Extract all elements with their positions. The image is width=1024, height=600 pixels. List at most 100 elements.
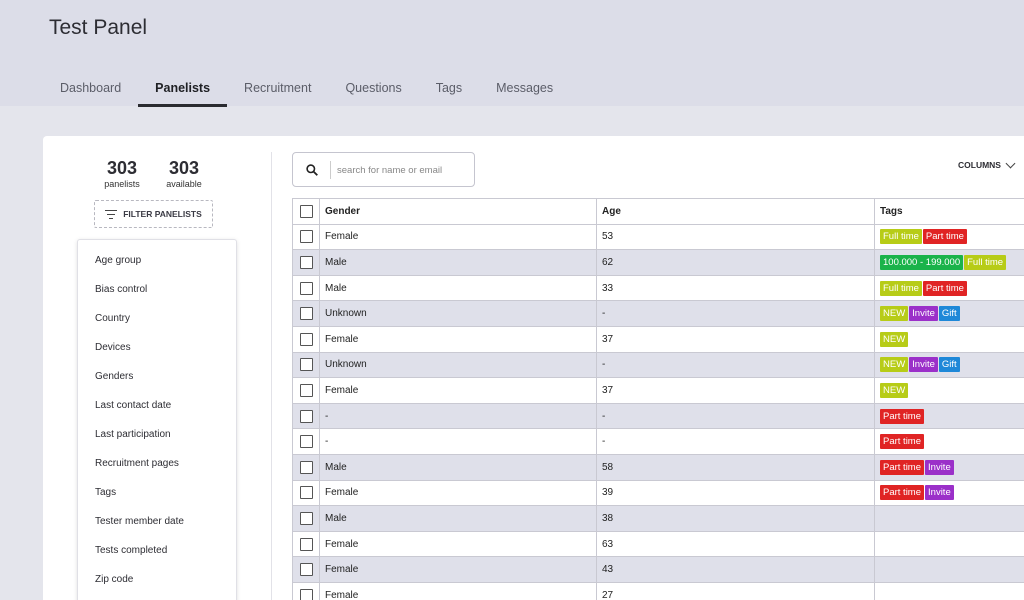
column-header-age[interactable]: Age: [596, 198, 875, 225]
filter-item-recruitment-pages[interactable]: Recruitment pages: [95, 458, 179, 469]
tag-badge[interactable]: Part time: [880, 485, 925, 501]
row-checkbox[interactable]: [299, 537, 313, 551]
cell-age: 43: [596, 556, 875, 583]
table-row[interactable]: Female 39 Part time Invite: [292, 479, 1024, 507]
search-icon[interactable]: [306, 164, 318, 176]
tag-badge[interactable]: Part time: [880, 408, 925, 424]
cell-gender: Male: [319, 274, 597, 302]
row-checkbox[interactable]: [299, 383, 313, 397]
filter-item-devices[interactable]: Devices: [95, 342, 131, 353]
filter-item-bias-control[interactable]: Bias control: [95, 284, 147, 295]
table-row[interactable]: Male 38: [292, 505, 1024, 532]
row-checkbox[interactable]: [299, 230, 313, 244]
tag-badge[interactable]: Invite: [909, 306, 938, 322]
row-select-cell: [292, 300, 320, 327]
tag-badge[interactable]: Invite: [925, 459, 954, 475]
cell-tags: [874, 530, 1024, 558]
filter-item-zip-code[interactable]: Zip code: [95, 574, 133, 585]
row-checkbox[interactable]: [299, 358, 313, 372]
column-header-tags[interactable]: Tags: [874, 198, 1024, 225]
filter-item-tests-completed[interactable]: Tests completed: [95, 545, 167, 556]
cell-gender: -: [319, 428, 597, 455]
stat-available: 303 available: [158, 158, 210, 189]
row-checkbox[interactable]: [299, 460, 313, 474]
table-row[interactable]: Female 43: [292, 556, 1024, 583]
cell-gender: Male: [319, 453, 597, 481]
row-checkbox[interactable]: [299, 307, 313, 321]
search-separator: [330, 161, 331, 179]
columns-button-label: COLUMNS: [958, 160, 1001, 170]
row-checkbox[interactable]: [299, 255, 313, 269]
cell-age: 33: [596, 274, 875, 302]
table-row[interactable]: Male 33 Full time Part time: [292, 274, 1024, 302]
tab-recruitment[interactable]: Recruitment: [227, 72, 328, 106]
column-header-gender[interactable]: Gender: [319, 198, 597, 225]
tag-badge[interactable]: Full time: [964, 254, 1007, 270]
tab-tags[interactable]: Tags: [419, 72, 479, 106]
filter-item-tester-member-date[interactable]: Tester member date: [95, 516, 184, 527]
select-all-checkbox[interactable]: [299, 204, 313, 218]
cell-age: 53: [596, 223, 875, 251]
tag-badge[interactable]: Part time: [880, 459, 925, 475]
table-row[interactable]: Female 37 NEW: [292, 377, 1024, 404]
tag-badge[interactable]: Gift: [938, 357, 960, 373]
row-select-cell: [292, 428, 320, 455]
tag-badge[interactable]: NEW: [880, 331, 909, 347]
row-checkbox[interactable]: [299, 563, 313, 577]
row-checkbox[interactable]: [299, 486, 313, 500]
tag-badge[interactable]: Full time: [880, 280, 922, 296]
row-checkbox[interactable]: [299, 588, 313, 600]
tag-badge[interactable]: Part time: [922, 229, 967, 245]
table-row[interactable]: Female 37 NEW: [292, 325, 1024, 353]
table-row[interactable]: Female 53 Full time Part time: [292, 223, 1024, 251]
tag-badge[interactable]: Invite: [925, 485, 954, 501]
select-all-cell: [292, 198, 320, 225]
tag-badge[interactable]: Invite: [909, 357, 938, 373]
table-row[interactable]: Unknown - NEW Invite Gift: [292, 351, 1024, 379]
row-checkbox[interactable]: [299, 332, 313, 346]
tab-panelists[interactable]: Panelists: [138, 72, 227, 107]
filter-item-age-group[interactable]: Age group: [95, 255, 141, 266]
filter-item-country[interactable]: Country: [95, 313, 130, 324]
tab-questions[interactable]: Questions: [328, 72, 418, 106]
stat-panelists-value: 303: [106, 158, 138, 178]
filter-item-last-contact-date[interactable]: Last contact date: [95, 400, 171, 411]
tab-dashboard[interactable]: Dashboard: [43, 72, 138, 106]
tab-bar: Dashboard Panelists Recruitment Question…: [43, 72, 570, 107]
tag-badge[interactable]: Full time: [880, 229, 922, 245]
tag-badge[interactable]: Part time: [880, 434, 925, 450]
tag-badge[interactable]: Part time: [922, 280, 967, 296]
table-row[interactable]: - - Part time: [292, 428, 1024, 455]
panelist-stats: 303 panelists 303 available: [96, 158, 220, 189]
cell-tags: Part time: [874, 428, 1024, 455]
table-row[interactable]: Female 63: [292, 530, 1024, 558]
row-select-cell: [292, 453, 320, 481]
stat-panelists: 303 panelists: [96, 158, 148, 189]
columns-button[interactable]: COLUMNS: [958, 158, 1016, 170]
filter-item-last-participation[interactable]: Last participation: [95, 429, 171, 440]
tag-badge[interactable]: 100.000 - 199.000: [880, 254, 964, 270]
filter-item-genders[interactable]: Genders: [95, 371, 133, 382]
cell-gender: Female: [319, 223, 597, 251]
row-checkbox[interactable]: [299, 435, 313, 449]
table-row[interactable]: Female 27: [292, 581, 1024, 600]
tag-badge[interactable]: Gift: [938, 306, 960, 322]
tab-messages[interactable]: Messages: [479, 72, 570, 106]
table-row[interactable]: Unknown - NEW Invite Gift: [292, 300, 1024, 327]
tag-badge[interactable]: NEW: [880, 306, 909, 322]
row-checkbox[interactable]: [299, 511, 313, 525]
stat-available-value: 303: [168, 158, 200, 178]
tag-badge[interactable]: NEW: [880, 382, 909, 398]
table-row[interactable]: Male 58 Part time Invite: [292, 453, 1024, 481]
table-row[interactable]: Male 62 100.000 - 199.000 Full time: [292, 249, 1024, 276]
cell-tags: NEW Invite Gift: [874, 351, 1024, 379]
search-input[interactable]: [337, 162, 467, 178]
row-checkbox[interactable]: [299, 281, 313, 295]
cell-tags: [874, 556, 1024, 583]
row-checkbox[interactable]: [299, 409, 313, 423]
filter-item-tags[interactable]: Tags: [95, 487, 116, 498]
cell-gender: Female: [319, 479, 597, 507]
table-row[interactable]: - - Part time: [292, 402, 1024, 430]
filter-panelists-button[interactable]: FILTER PANELISTS: [94, 200, 213, 228]
tag-badge[interactable]: NEW: [880, 357, 909, 373]
